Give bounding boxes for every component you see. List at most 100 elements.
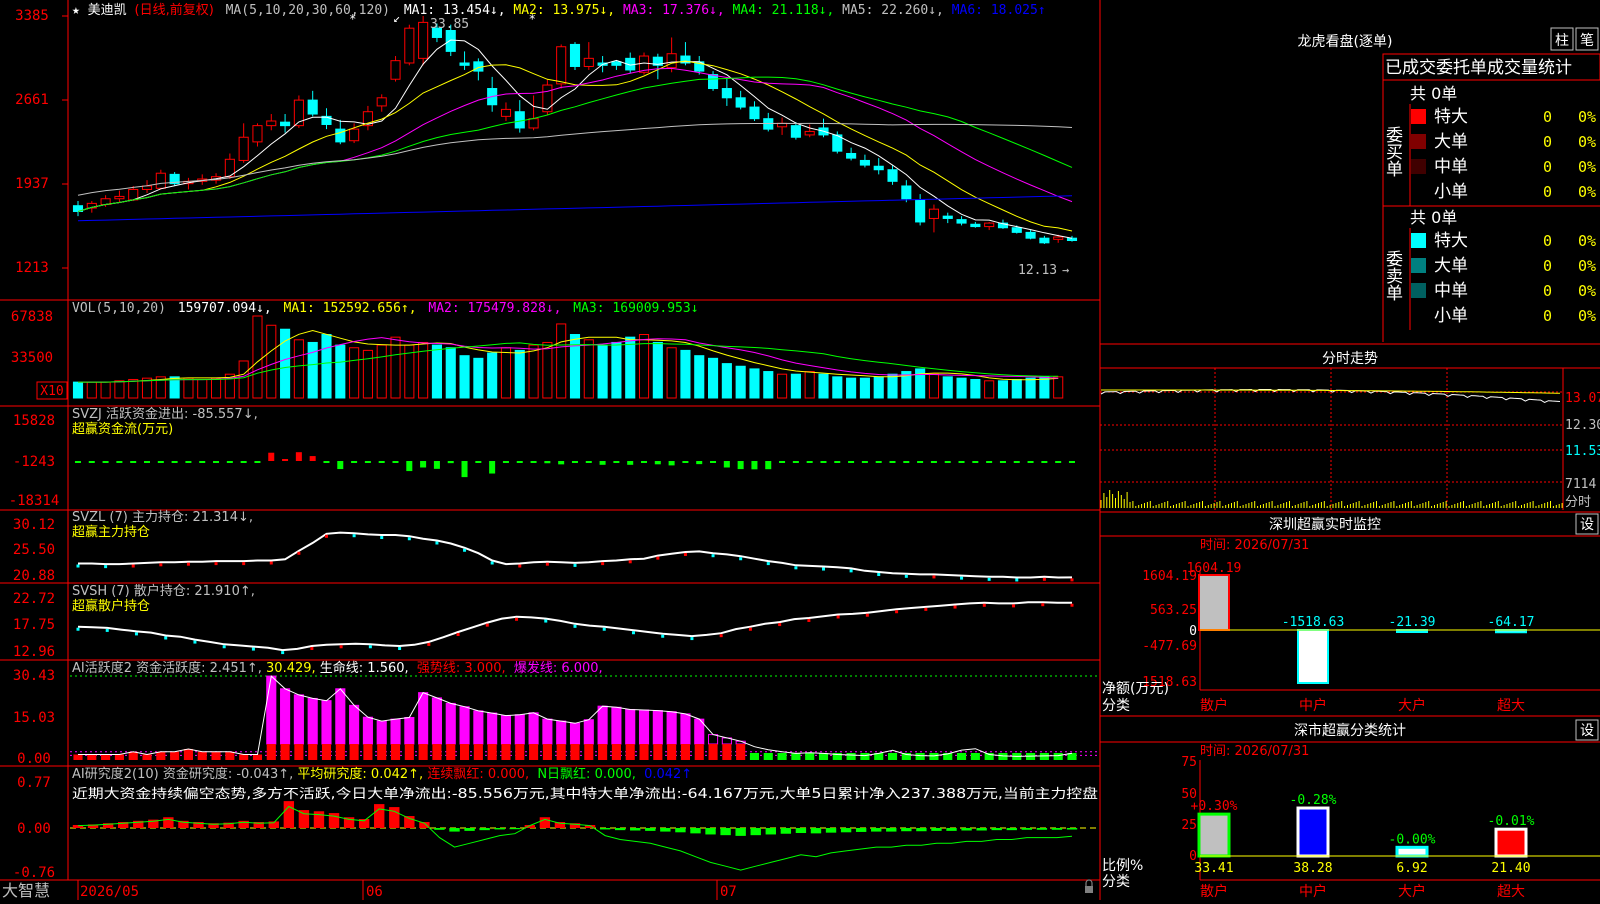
candle-body [280, 121, 291, 127]
price-plot[interactable]: → ↙ * * [72, 11, 1078, 277]
ai2-tick-label: 0.77 [17, 775, 51, 791]
svsh-tick-label: 12.96 [13, 644, 55, 660]
sz-settings-label[interactable]: 设 [1580, 517, 1594, 533]
ss-bar-top: -0.01% [1488, 814, 1535, 829]
activity-bar-base [584, 744, 594, 760]
activity-bar [445, 702, 456, 745]
fund-flow-bar [475, 461, 482, 463]
activity-bar-base [653, 744, 663, 760]
activity-bar-base [667, 744, 677, 760]
candle-body [583, 57, 594, 67]
price-tick-label: 1937 [15, 176, 49, 192]
brand-logo: 大智慧 [2, 881, 50, 900]
candle-body [238, 136, 249, 161]
activity-bar [101, 754, 111, 760]
fund-flow-bar [433, 461, 440, 469]
column-view-label[interactable]: 柱 [1555, 33, 1569, 49]
svzj-tick-label: -1243 [13, 454, 55, 470]
candle-body [418, 21, 429, 59]
activity-bar [777, 753, 787, 760]
fund-flow-bar [792, 461, 799, 463]
retail-holding-dot [251, 647, 255, 651]
fund-flow-bar [585, 461, 592, 463]
activity-bar-base [294, 744, 304, 760]
order-size-label: 中单 [1434, 281, 1468, 301]
date-label: 07 [720, 884, 737, 900]
activity-bar [666, 711, 677, 745]
fund-flow-bar [447, 461, 454, 464]
ai2-legend: AI研究度2(10) 资金研究度: -0.043↑, 平均研究度: 0.042↑… [72, 766, 692, 782]
candle-body [804, 130, 815, 136]
buy-side-label: 委买单 [1382, 126, 1403, 177]
fund-flow-bar [420, 461, 427, 468]
activity-bar-base [363, 744, 373, 760]
activity-bar [73, 754, 83, 760]
sz-time: 时间: 2026/07/31 [1200, 538, 1309, 553]
fund-flow-bar [917, 461, 924, 463]
favorite-star-icon[interactable]: ★ [72, 3, 80, 18]
research-bar [374, 804, 385, 828]
ai2-tick-label: 0.00 [17, 821, 51, 837]
volume-bar [997, 380, 1009, 399]
retail-holding-dot [895, 610, 899, 614]
svsh-plot [76, 601, 1074, 655]
fund-flow-bar [461, 461, 468, 478]
order-pct: 0% [1578, 282, 1596, 300]
tick-view-label[interactable]: 笔 [1580, 33, 1594, 49]
ss-category: 散户 [1200, 883, 1228, 900]
vol-unit[interactable]: X10 [40, 384, 63, 399]
research-bar [750, 828, 761, 836]
volume-bar [597, 344, 608, 399]
candle-body [1039, 237, 1050, 244]
ss-settings-label[interactable]: 设 [1580, 723, 1594, 739]
activity-bar [128, 751, 138, 760]
sz-monitor-panel: 深圳超赢实时监控 设 时间: 2026/07/31 1604.19 563.25… [1100, 513, 1600, 714]
research-bar [675, 828, 686, 833]
candle-body [846, 152, 857, 159]
ma4-line [77, 76, 1073, 212]
retail-holding-dot [76, 627, 80, 631]
fund-flow-bar [640, 461, 648, 463]
retail-holding-dot [1070, 603, 1074, 607]
price-tick-label: 1213 [15, 260, 49, 276]
vol-value: 159707.094↓, [178, 301, 272, 316]
ss-time: 时间: 2026/07/31 [1200, 744, 1309, 759]
period-label[interactable]: (日线,前复权) [135, 2, 214, 18]
fund-flow-bar [254, 461, 261, 463]
sell-total: 共 0单 [1410, 208, 1457, 227]
fund-flow-bar [213, 461, 220, 463]
activity-bar [197, 751, 207, 760]
intraday-unit: 分时 [1565, 495, 1591, 510]
fund-flow-bar [116, 461, 123, 463]
activity-bar [1039, 753, 1049, 760]
sz-tick: 563.25 [1150, 603, 1197, 618]
research-bar [539, 817, 551, 828]
candle-body [155, 172, 166, 189]
volume-bar [473, 357, 484, 399]
candle-body [556, 46, 567, 85]
volume-bar [72, 381, 84, 399]
svzj-subtitle: 超赢资金流(万元) [72, 421, 173, 437]
sz-bar [1297, 629, 1329, 684]
activity-bar-base [736, 744, 746, 760]
high-annotation: 33.85 [430, 17, 469, 32]
intraday-plot[interactable] [1100, 388, 1563, 509]
svzl-plot [76, 531, 1074, 582]
lock-icon[interactable] [1085, 886, 1093, 893]
candle-body [887, 169, 898, 182]
research-bar [871, 828, 882, 832]
activity-bar [805, 753, 815, 760]
fund-flow-bar [682, 461, 689, 463]
candle-body [721, 88, 732, 99]
fund-flow-bar [268, 452, 275, 461]
activity-bar-base [418, 744, 428, 760]
legend-swatch-icon [1411, 159, 1426, 174]
research-bar [780, 828, 792, 834]
candle-body [569, 43, 581, 67]
activity-bar-base [639, 744, 649, 760]
fund-flow-bar [392, 461, 399, 463]
lhb-tabs[interactable]: 已成交委托单成交量统计 [1385, 58, 1572, 78]
activity-bar-base [501, 744, 511, 760]
activity-bar-base [390, 744, 401, 760]
ai1-tick-label: 15.03 [13, 710, 55, 726]
